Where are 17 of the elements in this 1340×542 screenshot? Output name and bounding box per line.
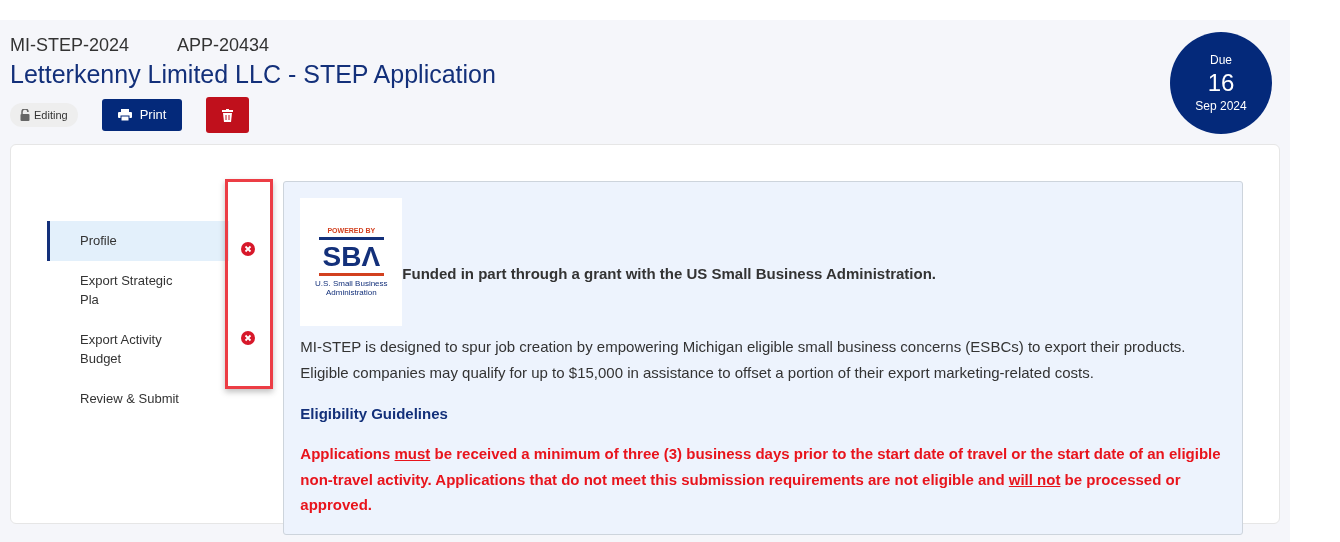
delete-button[interactable] xyxy=(206,97,250,133)
unlocked-lock-icon xyxy=(20,109,30,121)
print-button[interactable]: Print xyxy=(101,99,183,131)
eligibility-warning: Applications must be received a minimum of three (3) business days prior to the start date of travel or the start date of an eligible non-travel activity. Applications that do not meet this submission requirements are not eligible and will not be processed or approved. xyxy=(300,444,1222,515)
printer-icon xyxy=(117,109,132,121)
page-title: Letterkenny Limited LLC - STEP Application xyxy=(10,59,496,89)
sidebar-item[interactable]: Export Strategic Pla xyxy=(47,260,229,320)
due-date-badge: Due 16 Sep 2024 xyxy=(1170,32,1272,134)
funding-note: Funded in part through a grant with the US Small Business Administration. xyxy=(402,263,936,284)
application-id: APP-20434 xyxy=(177,34,270,57)
editing-badge: Editing xyxy=(10,102,78,128)
program-description: MI-STEP is designed to spur job creation by empowering Michigan eligible small business concerns (ESBCs) to export their products. Eligible companies may qualify for up to $15,000 in assistance to offset a portion of their export marketing-related costs. xyxy=(300,337,1187,384)
guidelines-heading: Eligibility Guidelines xyxy=(300,403,449,424)
trash-icon xyxy=(222,109,234,123)
program-code: MI-STEP-2024 xyxy=(10,34,130,57)
sidebar-item[interactable]: Export Activity Budget xyxy=(47,319,229,379)
sidebar-item[interactable]: Review & Submit xyxy=(47,378,229,418)
